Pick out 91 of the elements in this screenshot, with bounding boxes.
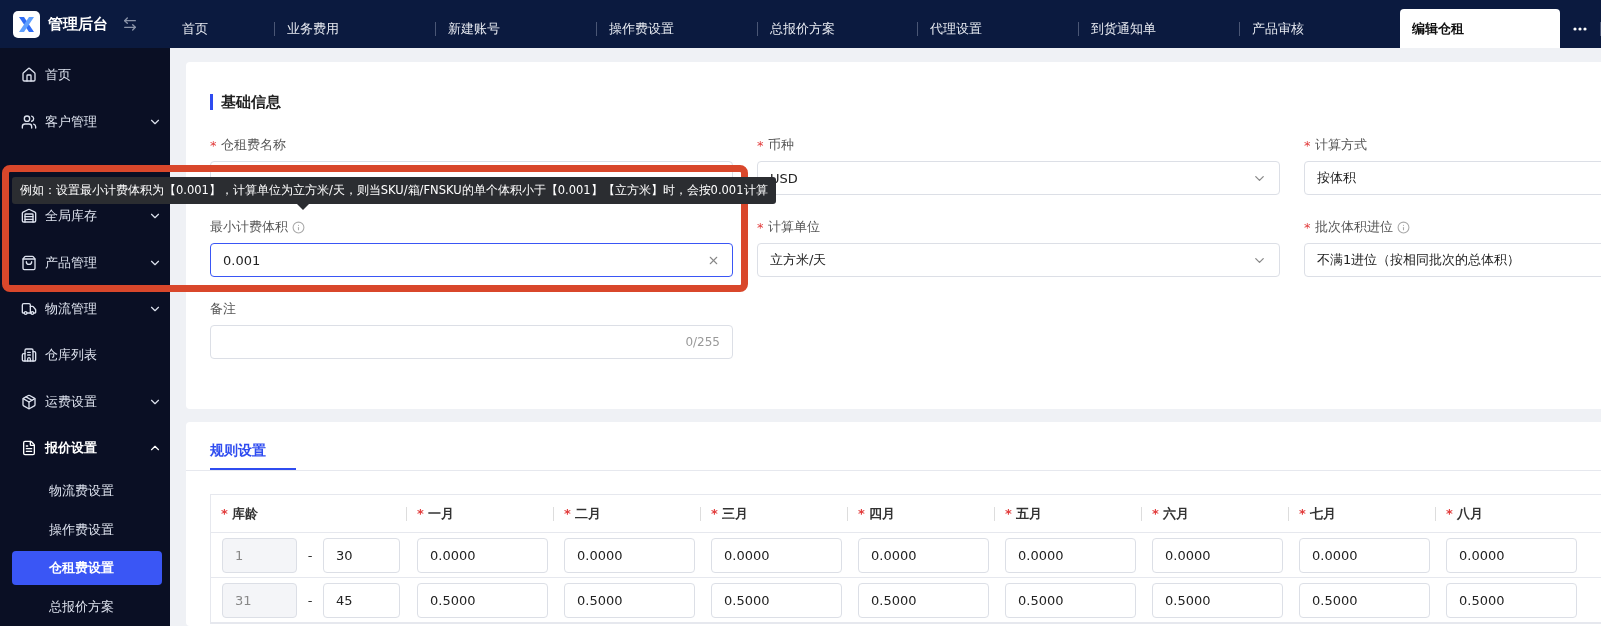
sidebar-item[interactable]: 首页 — [12, 52, 162, 99]
column-header: 一月 — [427, 504, 454, 523]
sidebar-item[interactable]: 报价设置 — [12, 425, 162, 472]
menu-icon — [21, 347, 37, 364]
menu-icon — [21, 208, 37, 225]
rate-field[interactable]: 0.0000 — [711, 537, 842, 573]
required-mark: * — [1299, 506, 1306, 521]
menu-icon — [21, 393, 37, 410]
rate-field[interactable]: 0.5000 — [1152, 582, 1283, 618]
rate-field[interactable]: 0.0000 — [1152, 537, 1283, 573]
rate-field[interactable]: 0.5000 — [1446, 582, 1577, 618]
input-field[interactable]: 不满1进位（按相同批次的总体积） — [1304, 243, 1601, 277]
sidebar-item[interactable]: 产品管理 — [12, 239, 162, 286]
required-mark: * — [757, 137, 764, 153]
required-mark: * — [858, 506, 865, 521]
range-dash: - — [306, 547, 314, 563]
field-label: 最小计费体积 — [210, 218, 288, 236]
logo-icon — [13, 10, 40, 38]
top-tab[interactable]: 新建账号 — [435, 9, 596, 48]
rate-field[interactable]: 0.0000 — [564, 537, 695, 573]
top-tab[interactable]: 首页 — [169, 9, 274, 48]
rules-tab[interactable]: 规则设置 — [210, 442, 296, 470]
rate-field[interactable]: 0.5000 — [1005, 582, 1136, 618]
top-tab[interactable]: 总报价方案 — [757, 9, 918, 48]
top-tab[interactable]: 编辑仓租 — [1400, 9, 1561, 48]
column-header: 三月 — [721, 504, 748, 523]
age-to-field[interactable]: 45 — [323, 582, 400, 618]
rate-field[interactable]: 0.5000 — [417, 582, 548, 618]
rate-field[interactable]: 0.0000 — [1299, 537, 1430, 573]
column-header: 四月 — [868, 504, 895, 523]
age-to-field[interactable]: 30 — [323, 537, 400, 573]
top-tab[interactable]: 业务费用 — [274, 9, 435, 48]
sidebar-subitem[interactable]: 操作费设置 — [12, 512, 162, 547]
rate-field[interactable]: 0.5000 — [711, 582, 842, 618]
rate-field[interactable]: 0.5000 — [1299, 582, 1430, 618]
sidebar-item[interactable]: 客户管理 — [12, 98, 162, 145]
field-label: 仓租费名称 — [220, 136, 286, 154]
required-mark: * — [711, 506, 718, 521]
rate-field[interactable]: 0.5000 — [858, 582, 989, 618]
menu-icon — [21, 440, 37, 457]
required-mark: * — [564, 506, 571, 521]
column-header: 库龄 — [231, 504, 258, 523]
rate-field[interactable]: 0.0000 — [858, 537, 989, 573]
app-title: 管理后台 — [48, 14, 108, 34]
menu-icon — [21, 301, 37, 318]
info-icon[interactable] — [292, 220, 305, 234]
swap-icon[interactable] — [122, 16, 138, 32]
required-mark: * — [1152, 506, 1159, 521]
column-header: 八月 — [1456, 504, 1483, 523]
rate-field[interactable]: 0.0000 — [1446, 537, 1577, 573]
menu-icon — [21, 113, 37, 130]
field-label: 批次体积进位 — [1314, 218, 1393, 236]
input-field[interactable]: 按体积 — [1304, 161, 1601, 195]
rate-field[interactable]: 0.5000 — [564, 582, 695, 618]
menu-icon — [21, 67, 37, 84]
top-tab[interactable]: 产品审核 — [1240, 9, 1401, 48]
sidebar-item[interactable]: 物流管理 — [12, 285, 162, 333]
required-mark: * — [210, 137, 217, 153]
required-mark: * — [1304, 219, 1311, 235]
required-mark: * — [417, 506, 424, 521]
field-label: 备注 — [210, 300, 236, 318]
info-icon[interactable] — [1396, 220, 1410, 234]
required-mark: * — [1005, 506, 1012, 521]
required-mark: * — [1446, 506, 1453, 521]
range-dash: - — [306, 592, 314, 608]
field-label: 币种 — [767, 136, 794, 154]
column-header: 五月 — [1015, 504, 1042, 523]
more-icon — [1573, 26, 1588, 31]
top-tab[interactable]: 代理设置 — [918, 9, 1079, 48]
sidebar-item[interactable]: 仓库列表 — [12, 332, 162, 379]
sidebar-subitem[interactable]: 总报价方案 — [12, 589, 162, 624]
select-field[interactable]: 立方米/天 — [757, 243, 1280, 277]
sidebar-subitem[interactable]: 仓租费设置 — [12, 550, 162, 586]
field-label: 计算方式 — [1314, 136, 1367, 154]
sidebar-subitem[interactable]: 物流费设置 — [12, 473, 162, 509]
column-header: 七月 — [1309, 504, 1336, 523]
required-mark: * — [221, 506, 228, 521]
section-title: 基础信息 — [210, 94, 1601, 110]
required-mark: * — [757, 219, 764, 235]
menu-icon — [21, 254, 37, 271]
sidebar-item[interactable]: 运费设置 — [12, 378, 162, 426]
column-header: 二月 — [574, 504, 601, 523]
input-field[interactable]: 0.001 — [210, 243, 733, 277]
rate-field[interactable]: 0.0000 — [417, 537, 548, 573]
top-tab[interactable]: 到货通知单 — [1079, 9, 1240, 48]
field-label: 计算单位 — [767, 218, 820, 236]
required-mark: * — [1304, 137, 1311, 153]
rate-field[interactable]: 0.0000 — [1005, 537, 1136, 573]
column-header: 六月 — [1162, 504, 1189, 523]
top-tab[interactable]: 操作费设置 — [596, 9, 757, 48]
tooltip: 例如：设置最小计费体积为【0.001】，计算单位为立方米/天，则当SKU/箱/FNSKU的单个体积小于【0.001】【立方米】时，会按0.001计算 — [12, 177, 776, 210]
